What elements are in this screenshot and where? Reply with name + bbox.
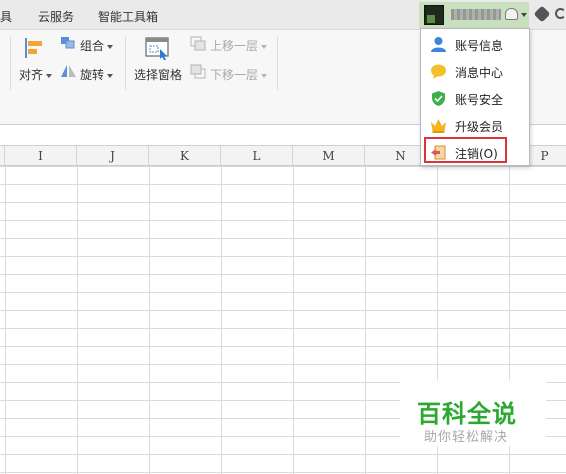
move-up-icon[interactable]	[190, 36, 206, 51]
rotate-label: 旋转	[80, 68, 105, 82]
move-down-button[interactable]: 下移一层	[210, 66, 268, 83]
message-icon	[431, 64, 446, 79]
avatar[interactable]	[424, 5, 444, 25]
column-header-m[interactable]: M	[293, 146, 365, 166]
menu-tools[interactable]: 具	[0, 8, 12, 25]
watermark-title: 百科全说	[417, 400, 517, 428]
watermark: 百科全说 助你轻松解决	[400, 380, 546, 446]
chevron-down-icon	[107, 44, 114, 49]
move-up-button[interactable]: 上移一层	[210, 37, 268, 54]
user-icon	[431, 37, 446, 52]
group-button[interactable]: 组合	[80, 37, 114, 54]
chevron-down-icon[interactable]	[521, 13, 527, 17]
menu-item-account-security[interactable]: 账号安全	[421, 85, 529, 112]
group-icon[interactable]	[60, 36, 76, 50]
shield-icon	[432, 91, 445, 106]
selection-pane-icon[interactable]	[145, 37, 170, 61]
align-label: 对齐	[19, 68, 44, 82]
menu-cloud-service[interactable]: 云服务	[38, 8, 74, 25]
menu-smart-toolbox[interactable]: 智能工具箱	[98, 8, 158, 25]
chevron-down-icon	[46, 73, 53, 78]
menu-item-upgrade-membership[interactable]: 升级会员	[421, 112, 529, 139]
group-label: 组合	[80, 39, 105, 53]
member-crown-icon[interactable]	[505, 8, 518, 20]
column-header-j[interactable]: J	[77, 146, 149, 166]
toolbar-divider	[125, 36, 126, 90]
menu-item-message-center[interactable]: 消息中心	[421, 58, 529, 85]
menu-item-label: 账号安全	[455, 93, 504, 107]
avatar-image	[427, 15, 435, 23]
username-blurred	[451, 9, 501, 20]
menu-item-label: 账号信息	[455, 39, 504, 53]
chevron-down-icon	[261, 73, 268, 78]
toolbar-divider	[277, 36, 278, 90]
rotate-button[interactable]: 旋转	[80, 66, 114, 83]
align-icon[interactable]	[24, 37, 46, 59]
column-header-k[interactable]: K	[149, 146, 221, 166]
help-icon[interactable]	[555, 8, 566, 19]
move-down-icon[interactable]	[190, 64, 206, 79]
rotate-icon[interactable]	[60, 64, 78, 78]
move-down-label: 下移一层	[210, 68, 259, 82]
menu-item-label: 升级会员	[455, 120, 504, 134]
menu-item-label: 消息中心	[455, 66, 504, 80]
selection-pane-button[interactable]: 选择窗格	[134, 66, 182, 83]
chevron-down-icon	[261, 44, 268, 49]
watermark-subtitle: 助你轻松解决	[424, 430, 509, 445]
chevron-down-icon	[107, 73, 114, 78]
move-up-label: 上移一层	[210, 39, 259, 53]
column-header-i[interactable]: I	[5, 146, 77, 166]
align-button[interactable]: 对齐	[19, 66, 53, 83]
toolbar-divider	[10, 36, 11, 90]
crown-icon	[431, 119, 446, 133]
logout-highlight-box	[424, 137, 507, 163]
column-header-l[interactable]: L	[221, 146, 293, 166]
menu-item-account-info[interactable]: 账号信息	[421, 31, 529, 58]
